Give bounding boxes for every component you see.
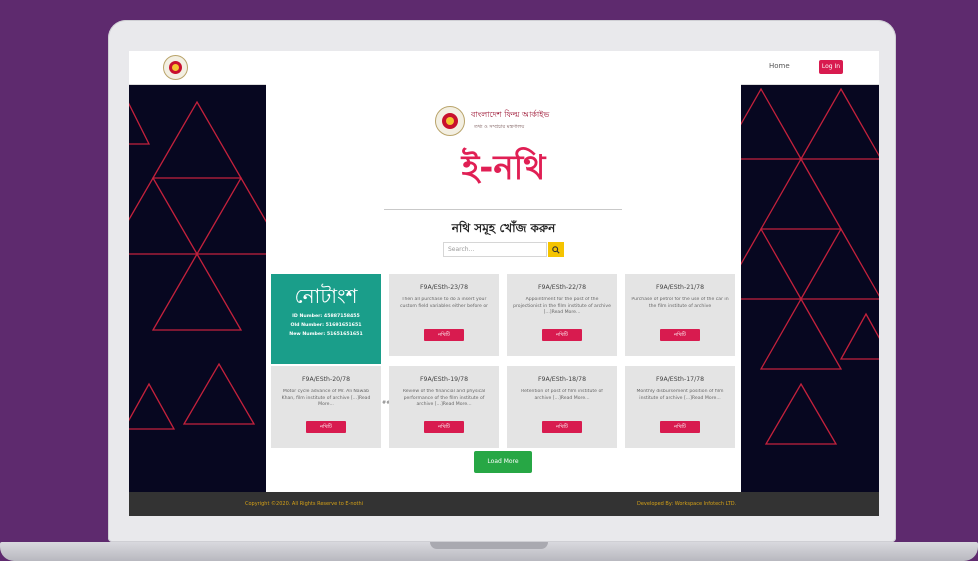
brand-name: বাংলাদেশ ফিল্ম আর্কাইভ	[471, 110, 550, 119]
note-old-number: Old Number: 51691651651	[290, 323, 362, 328]
card-description: Review of the financial and physical per…	[402, 389, 486, 407]
government-seal-logo-icon[interactable]	[163, 55, 188, 80]
search-heading: নথি সমূহ খোঁজ করুন	[451, 221, 556, 235]
document-card[interactable]: F9A/ESth-17/78 Monthly disbursement posi…	[625, 366, 735, 448]
brand-subtitle: তথ্য ও সম্প্রচার মন্ত্রণালয়	[474, 124, 525, 130]
view-document-button[interactable]: নথিটি	[424, 421, 464, 433]
note-new-number: New Number: 51651651651	[289, 332, 363, 337]
card-description: Retention of post of film institute of a…	[521, 389, 603, 401]
view-document-button[interactable]: নথিটি	[424, 329, 464, 341]
footer-developer: Developed By: Workspace Infotech LTD.	[637, 501, 737, 507]
search-input[interactable]	[443, 242, 547, 257]
background-triangle-pattern-left	[129, 100, 266, 430]
document-card[interactable]: F9A/ESth-20/78 Motor cycle advance of Mr…	[271, 366, 381, 448]
card-title: F9A/ESth-19/78	[419, 376, 469, 383]
footer-copyright: Copyright ©2020. All Rights Reserve to E…	[245, 501, 364, 507]
background-triangle-pattern-right	[741, 87, 879, 445]
view-document-button[interactable]: নথিটি	[660, 329, 700, 341]
card-description: Motor cycle advance of Mr. Ali Nawab Kha…	[281, 389, 371, 407]
view-document-button[interactable]: নথিটি	[660, 421, 700, 433]
document-card[interactable]: F9A/ESth-19/78 Review of the financial a…	[389, 366, 499, 448]
note-card-title: নোটাংশ	[294, 284, 358, 308]
note-card[interactable]: নোটাংশ ID Number: 45887158455 Old Number…	[271, 274, 381, 364]
main-content: বাংলাদেশ ফিল্ম আর্কাইভ তথ্য ও সম্প্রচার …	[266, 84, 741, 492]
view-document-button[interactable]: নথিটি	[542, 329, 582, 341]
card-description: Appointment for the post of the projecti…	[513, 297, 611, 315]
document-card[interactable]: F9A/ESth-18/78 Retention of post of film…	[507, 366, 617, 448]
nav-home-link[interactable]: Home	[769, 62, 790, 70]
search-button[interactable]	[548, 242, 564, 257]
card-description: Then all purchase to do a insert your cu…	[399, 297, 489, 309]
document-card[interactable]: F9A/ESth-22/78 Appointment for the post …	[507, 274, 617, 356]
card-title: F9A/ESth-20/78	[301, 376, 351, 383]
card-description: Monthly disbursement position of film in…	[636, 389, 724, 401]
login-button[interactable]: Log In	[819, 60, 843, 74]
card-title: F9A/ESth-17/78	[655, 376, 705, 383]
card-title: F9A/ESth-18/78	[537, 376, 587, 383]
divider	[384, 209, 622, 210]
note-id-number: ID Number: 45887158455	[292, 314, 360, 319]
load-more-button[interactable]: Load More	[474, 451, 532, 473]
card-title: F9A/ESth-22/78	[537, 284, 587, 291]
page-title: ই-নথি	[461, 148, 546, 188]
laptop-screen: Home Log In বাংলাদেশ ফিল্ম আর্কাইভ তথ্য …	[129, 51, 879, 516]
document-card[interactable]: F9A/ESth-21/78 Purchase of petrol for th…	[625, 274, 735, 356]
document-card[interactable]: F9A/ESth-23/78 Then all purchase to do a…	[389, 274, 499, 356]
card-title: F9A/ESth-21/78	[655, 284, 705, 291]
view-document-button[interactable]: নথিটি	[306, 421, 346, 433]
card-title: F9A/ESth-23/78	[419, 284, 469, 291]
search-icon	[552, 245, 560, 254]
view-document-button[interactable]: নথিটি	[542, 421, 582, 433]
card-description: Purchase of petrol for the use of the ca…	[631, 297, 729, 309]
laptop-notch	[430, 542, 548, 549]
film-archive-seal-icon	[435, 106, 465, 136]
footer: Copyright ©2020. All Rights Reserve to E…	[129, 492, 879, 516]
navbar: Home Log In	[129, 51, 879, 85]
